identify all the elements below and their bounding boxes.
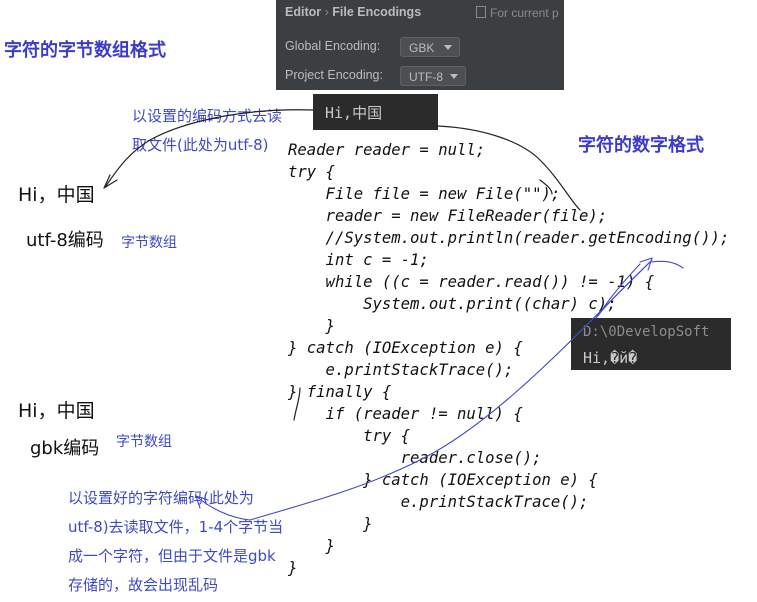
arrowhead-read-call [639,257,653,271]
arrow-gbk-note-to-read [249,261,651,521]
arrow-console-to-read-call [437,125,581,211]
annotation-arrows [103,109,684,521]
arrow-console-to-utf8-sample [105,109,314,187]
arrow-getencoding-link [651,260,684,269]
arrow-gbk-bytes-to-read [293,387,301,421]
arrow-ftext-link [539,179,553,195]
arrow-gbk-note-to-bytes [195,495,251,521]
